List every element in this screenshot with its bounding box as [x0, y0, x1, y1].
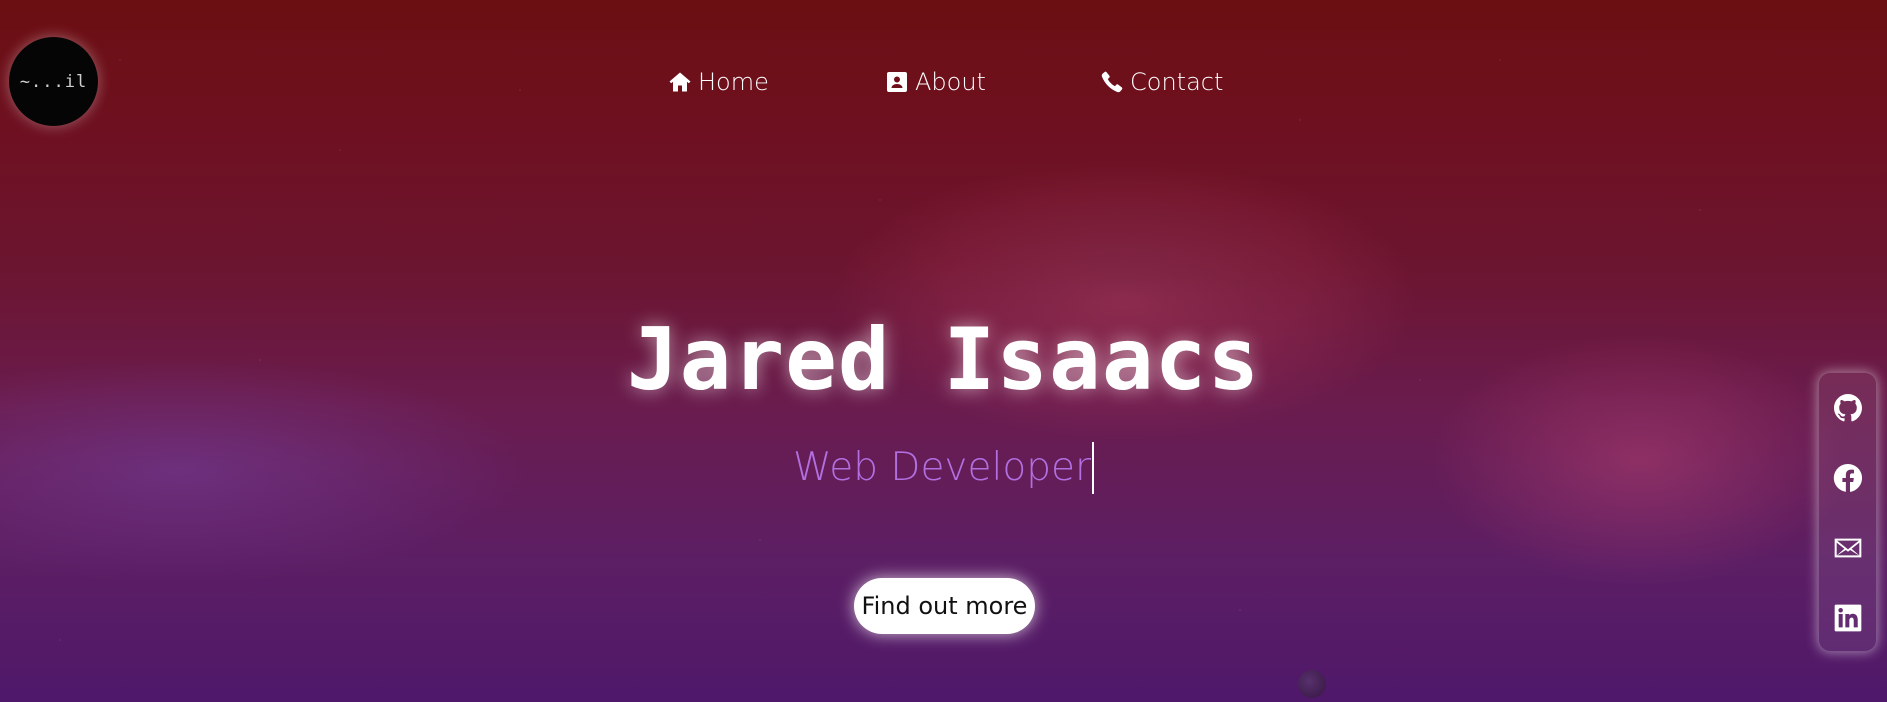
home-icon	[669, 72, 691, 92]
hero-subtitle: Web Developer	[792, 445, 1091, 490]
github-link[interactable]	[1831, 391, 1865, 425]
mail-icon	[1834, 538, 1862, 558]
linkedin-link[interactable]	[1831, 601, 1865, 635]
nav-about-label: About	[915, 68, 986, 96]
main-nav: Home About Contact	[0, 68, 1887, 100]
find-out-more-button[interactable]: Find out more	[854, 578, 1035, 634]
github-icon	[1834, 394, 1862, 422]
nav-home-link[interactable]: Home	[668, 68, 769, 96]
contact-card-icon	[887, 72, 907, 92]
social-links-panel	[1818, 372, 1877, 652]
hero-name: Jared Isaacs	[626, 310, 1261, 410]
typing-cursor	[1092, 442, 1094, 494]
nav-contact-link[interactable]: Contact	[1100, 68, 1223, 96]
nav-home-label: Home	[698, 68, 769, 96]
planet-decoration	[1298, 670, 1326, 698]
email-link[interactable]	[1831, 531, 1865, 565]
facebook-icon	[1833, 463, 1863, 492]
facebook-link[interactable]	[1831, 461, 1865, 495]
linkedin-icon	[1834, 604, 1862, 632]
phone-icon	[1101, 71, 1123, 93]
nav-contact-label: Contact	[1130, 68, 1224, 96]
hero-subtitle-wrap: Web Developer	[0, 442, 1887, 494]
nav-about-link[interactable]: About	[885, 68, 986, 96]
